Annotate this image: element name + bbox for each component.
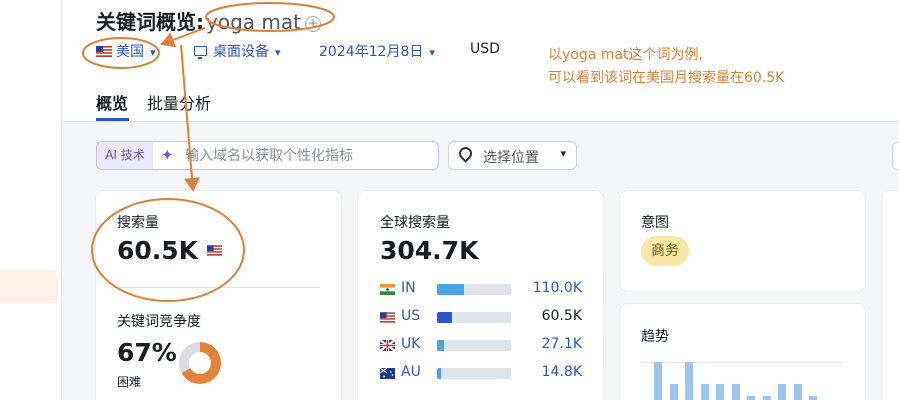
trend-bar <box>778 384 786 400</box>
volume-number: 60.5K <box>117 236 199 265</box>
share-bar <box>437 284 511 295</box>
location-select-label: 选择位置 <box>483 150 539 166</box>
chevron-down-icon: ▾ <box>429 46 435 59</box>
partial-button[interactable] <box>892 142 899 170</box>
location-select[interactable]: 选择位置 ▾ <box>448 141 577 170</box>
volume-value: 60.5K <box>117 236 222 265</box>
volume-label: 搜索量 <box>117 215 159 231</box>
domain-input[interactable] <box>185 142 435 169</box>
intent-label: 意图 <box>641 215 669 231</box>
currency-label: USD <box>470 41 500 57</box>
card-divider <box>117 287 320 288</box>
annotation-text: 以yoga mat这个词为例, 可以看到该词在美国月搜索量在60.5K <box>548 44 784 90</box>
country-code: IN <box>401 280 416 296</box>
share-bar-fill <box>437 368 441 379</box>
left-sidebar <box>0 0 62 400</box>
country-volume: 60.5K <box>541 308 582 324</box>
chevron-down-icon: ▾ <box>275 46 281 59</box>
trend-bar <box>654 362 662 400</box>
trend-bar <box>716 384 724 400</box>
active-tab-indicator <box>96 118 129 121</box>
country-row[interactable]: IN 110.0K <box>380 280 582 300</box>
device-dropdown[interactable]: 桌面设备 ▾ <box>194 41 281 61</box>
us-flag-icon <box>96 46 112 57</box>
trend-bar <box>731 384 740 400</box>
global-volume-label: 全球搜索量 <box>380 215 450 231</box>
trend-label: 趋势 <box>641 329 669 345</box>
share-bar-fill <box>437 312 452 323</box>
country-volume: 110.0K <box>532 280 582 296</box>
trend-bar <box>700 384 709 400</box>
country-row[interactable]: US 60.5K <box>380 308 582 328</box>
sidebar-active-item[interactable] <box>0 270 58 303</box>
trend-bar <box>793 384 802 400</box>
tab-batch-analysis[interactable]: 批量分析 <box>147 90 211 114</box>
annotation-line-2: 可以看到该词在美国月搜索量在60.5K <box>548 70 785 86</box>
chevron-down-icon: ▾ <box>150 46 156 59</box>
us-flag-icon <box>380 312 395 323</box>
difficulty-donut-chart <box>179 342 221 384</box>
country-row[interactable]: UK 27.1K <box>380 336 582 356</box>
country-row[interactable]: AU 14.8K <box>380 364 582 384</box>
us-flag-icon <box>206 245 222 256</box>
share-bar <box>437 312 511 323</box>
trend-bar <box>747 396 755 400</box>
india-flag-icon <box>380 284 395 295</box>
share-bar-fill <box>437 340 444 351</box>
monitor-icon <box>194 46 207 59</box>
date-dropdown[interactable]: 2024年12月8日 ▾ <box>319 41 435 61</box>
country-code: UK <box>401 336 421 352</box>
australia-flag-icon <box>380 368 395 379</box>
ai-search-bar: AI 技术 ✦ <box>96 141 439 170</box>
chevron-down-icon: ▾ <box>560 147 566 160</box>
country-label: 美国 <box>116 44 144 60</box>
share-bar-fill <box>437 284 464 295</box>
intent-badge: 商务 <box>641 236 689 266</box>
title-keyword: yoga mat <box>206 10 301 34</box>
ai-tag: AI 技术 <box>97 142 153 169</box>
sparkle-icon: ✦ <box>161 146 174 164</box>
partial-card <box>882 191 899 400</box>
title-prefix: 关键词概览: <box>96 10 204 34</box>
difficulty-label: 关键词竞争度 <box>117 314 201 330</box>
difficulty-value: 67% <box>117 338 177 367</box>
country-code: US <box>401 308 421 324</box>
trend-bar <box>762 396 771 400</box>
location-pin-icon <box>456 144 475 163</box>
global-volume-value: 304.7K <box>380 236 479 265</box>
uk-flag-icon <box>380 340 395 351</box>
difficulty-level: 困难 <box>117 375 142 389</box>
trend-bar <box>685 362 693 400</box>
trend-bar <box>669 384 678 400</box>
device-label: 桌面设备 <box>213 44 269 60</box>
plus-circle-icon[interactable]: + <box>304 16 321 32</box>
share-bar <box>437 340 511 351</box>
trend-bar <box>809 396 817 400</box>
annotation-line-1: 以yoga mat这个词为例, <box>548 47 703 63</box>
trend-chart <box>640 360 843 400</box>
country-code: AU <box>401 364 421 380</box>
country-volume: 27.1K <box>541 336 582 352</box>
share-bar <box>437 368 511 379</box>
tab-overview[interactable]: 概览 <box>96 90 128 114</box>
date-label: 2024年12月8日 <box>319 44 424 60</box>
country-dropdown[interactable]: 美国 ▾ <box>96 41 156 61</box>
country-volume: 14.8K <box>541 364 582 380</box>
page-title: 关键词概览: yoga mat + <box>96 6 321 35</box>
